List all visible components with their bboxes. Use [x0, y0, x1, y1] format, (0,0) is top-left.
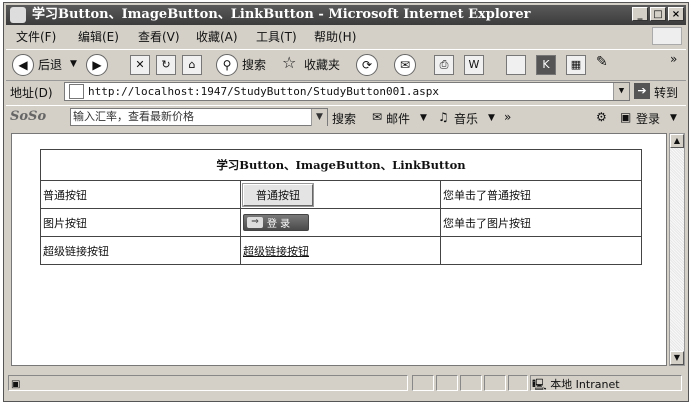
- arrow-icon: ⇒: [247, 217, 263, 228]
- address-input[interactable]: http://localhost:1947/StudyButton/StudyB…: [64, 82, 630, 101]
- row-result: [440, 236, 642, 265]
- button-demo-table: 学习Button、ImageButton、LinkButton 普通按钮 普通按…: [40, 149, 642, 265]
- status-cell: [508, 375, 528, 391]
- scroll-up-icon[interactable]: ▲: [670, 134, 684, 148]
- mail-dropdown-icon[interactable]: ▼: [420, 113, 427, 123]
- back-dropdown-icon[interactable]: ▼: [70, 59, 77, 69]
- maximize-button[interactable]: □: [650, 7, 666, 21]
- toolbar-overflow-button[interactable]: »: [670, 52, 677, 66]
- row-result: 您单击了图片按钮: [440, 208, 642, 237]
- intranet-zone-icon: 🖳: [532, 378, 547, 391]
- menu-edit[interactable]: 编辑(E): [78, 27, 119, 47]
- soso-login-button[interactable]: 登录: [636, 110, 660, 127]
- soso-mail-button[interactable]: 邮件: [386, 110, 410, 127]
- back-icon[interactable]: ◀: [12, 54, 34, 76]
- window-title: 学习Button、ImageButton、LinkButton - Micros…: [32, 7, 531, 22]
- table-row: 普通按钮 普通按钮 您单击了普通按钮: [40, 180, 642, 209]
- image-login-button[interactable]: ⇒ 登 录: [243, 214, 309, 231]
- discuss-icon[interactable]: [506, 55, 526, 75]
- favorites-button[interactable]: 收藏夹: [304, 56, 340, 73]
- forward-icon[interactable]: ▶: [86, 54, 108, 76]
- menu-file[interactable]: 文件(F): [16, 27, 56, 47]
- status-cell: [484, 375, 506, 391]
- page-icon: [69, 84, 84, 99]
- address-label: 地址(D): [10, 86, 53, 100]
- messenger-icon[interactable]: K: [536, 55, 556, 75]
- close-button[interactable]: ×: [668, 7, 684, 21]
- windows-logo-icon: [652, 27, 682, 45]
- word-edit-icon[interactable]: W: [464, 55, 484, 75]
- soso-toolbar: SoSo 输入汇率，查看最新价格 ▼ 搜索 ✉ 邮件 ▼ ♫ 音乐 ▼ » ⚙ …: [6, 105, 686, 130]
- row-result: 您单击了普通按钮: [440, 180, 642, 209]
- login-dropdown-icon[interactable]: ▼: [670, 113, 677, 123]
- go-button[interactable]: 转到: [654, 84, 678, 101]
- status-main: ▣: [8, 375, 408, 391]
- status-cell: [436, 375, 458, 391]
- link-button[interactable]: 超级链接按钮: [243, 245, 309, 258]
- row-label: 普通按钮: [40, 180, 241, 209]
- status-bar: ▣ 🖳 本地 Intranet: [6, 373, 686, 395]
- soso-settings-icon[interactable]: ⚙: [596, 110, 607, 124]
- ie-window: 学习Button、ImageButton、LinkButton - Micros…: [3, 2, 689, 402]
- music-dropdown-icon[interactable]: ▼: [488, 113, 495, 123]
- table-row: 超级链接按钮 超级链接按钮: [40, 236, 642, 265]
- table-row: 图片按钮 ⇒ 登 录 您单击了图片按钮: [40, 208, 642, 237]
- favorites-star-icon[interactable]: ☆: [282, 53, 296, 72]
- menu-bar: 文件(F) 编辑(E) 查看(V) 收藏(A) 工具(T) 帮助(H): [6, 27, 686, 47]
- home-icon[interactable]: ⌂: [182, 55, 202, 75]
- soso-search-input[interactable]: 输入汇率，查看最新价格 ▼: [70, 108, 328, 126]
- menu-tools[interactable]: 工具(T): [256, 27, 297, 47]
- refresh-icon[interactable]: ↻: [156, 55, 176, 75]
- row-label: 超级链接按钮: [40, 236, 241, 265]
- scroll-down-icon[interactable]: ▼: [670, 351, 684, 365]
- title-bar: 学习Button、ImageButton、LinkButton - Micros…: [6, 5, 686, 25]
- table-header-row: 学习Button、ImageButton、LinkButton: [40, 149, 642, 181]
- menu-favorites[interactable]: 收藏(A): [196, 27, 238, 47]
- history-icon[interactable]: ⟳: [356, 54, 378, 76]
- table-title: 学习Button、ImageButton、LinkButton: [40, 149, 642, 181]
- address-bar: 地址(D) http://localhost:1947/StudyButton/…: [6, 81, 686, 103]
- soso-overflow-button[interactable]: »: [504, 110, 511, 124]
- page-content: 学习Button、ImageButton、LinkButton 普通按钮 普通按…: [11, 133, 667, 366]
- ie-logo-icon: [10, 7, 26, 23]
- tool-icon[interactable]: ✎: [596, 54, 608, 70]
- intranet-zone: 🖳 本地 Intranet: [532, 376, 620, 395]
- address-url[interactable]: http://localhost:1947/StudyButton/StudyB…: [88, 85, 439, 98]
- row-label: 图片按钮: [40, 208, 241, 237]
- go-arrow-icon[interactable]: ➔: [634, 83, 650, 99]
- status-page-icon: ▣: [11, 379, 21, 390]
- address-dropdown-icon[interactable]: ▼: [613, 83, 629, 100]
- menu-view[interactable]: 查看(V): [138, 27, 180, 47]
- stop-icon[interactable]: ✕: [130, 55, 150, 75]
- menu-help[interactable]: 帮助(H): [314, 27, 356, 47]
- soso-logo[interactable]: SoSo: [10, 109, 46, 124]
- vertical-scrollbar[interactable]: ▲ ▼: [669, 133, 685, 366]
- search-icon[interactable]: ⚲: [216, 54, 238, 76]
- status-cell: [460, 375, 482, 391]
- soso-search-placeholder: 输入汇率，查看最新价格: [73, 110, 194, 123]
- back-button[interactable]: 后退: [38, 56, 62, 73]
- print-icon[interactable]: ⎙: [434, 55, 454, 75]
- search-button[interactable]: 搜索: [242, 56, 266, 73]
- music-icon[interactable]: ♫: [438, 110, 449, 124]
- minimize-button[interactable]: _: [632, 7, 648, 21]
- normal-button[interactable]: 普通按钮: [242, 182, 314, 207]
- soso-search-button[interactable]: 搜索: [332, 110, 356, 127]
- standard-toolbar: ◀ 后退 ▼ ▶ ✕ ↻ ⌂ ⚲ 搜索 ☆ 收藏夹 ⟳ ✉ ⎙ W K ▦ ✎ …: [6, 49, 686, 81]
- login-icon[interactable]: ▣: [620, 110, 631, 124]
- envelope-icon[interactable]: ✉: [372, 110, 382, 124]
- soso-dropdown-icon[interactable]: ▼: [311, 109, 327, 126]
- status-zone-label: 本地 Intranet: [550, 378, 620, 391]
- image-button-label: 登 录: [267, 219, 291, 230]
- mail-icon[interactable]: ✉: [394, 54, 416, 76]
- soso-music-button[interactable]: 音乐: [454, 110, 478, 127]
- research-icon[interactable]: ▦: [566, 55, 586, 75]
- status-cell: [412, 375, 434, 391]
